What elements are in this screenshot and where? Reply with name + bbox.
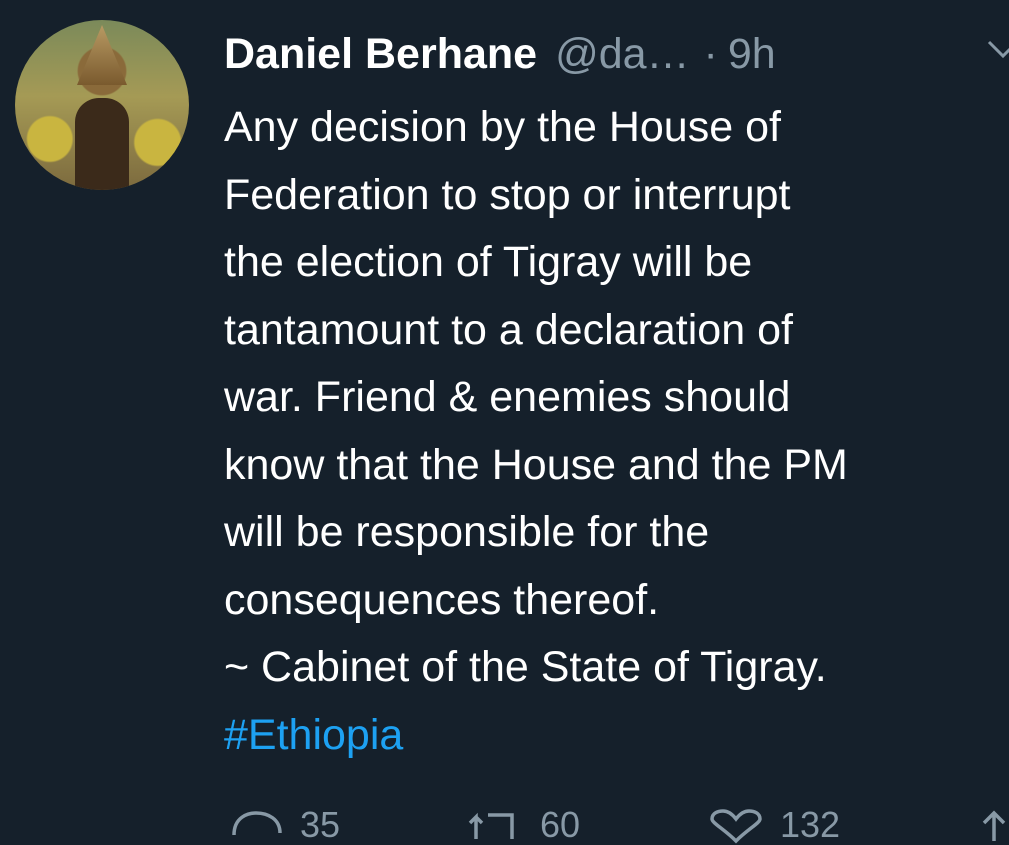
avatar-basket bbox=[77, 25, 127, 85]
like-button[interactable]: 132 bbox=[706, 805, 840, 845]
tweet-line: tantamount to a declaration of bbox=[224, 305, 793, 354]
reply-icon bbox=[232, 811, 282, 836]
tweet-actions: 35 60 132 bbox=[0, 805, 1009, 845]
chevron-down-icon[interactable] bbox=[985, 34, 1009, 64]
tweet-line: consequences thereof. bbox=[224, 575, 660, 624]
like-icon bbox=[710, 809, 762, 844]
tweet-line: will be responsible for the bbox=[224, 508, 710, 556]
tweet-line: Federation to stop or interrupt bbox=[224, 170, 791, 219]
tweet-line: know that the House and the PM bbox=[224, 440, 848, 489]
tweet-time[interactable]: 9h bbox=[728, 30, 776, 78]
like-count: 132 bbox=[780, 804, 841, 845]
tweet-line: the election of Tigray will be bbox=[224, 238, 753, 286]
tweet-line: war. Friend & enemies should bbox=[224, 373, 791, 421]
avatar-person bbox=[75, 98, 129, 190]
retweet-icon bbox=[468, 812, 514, 839]
retweet-count: 60 bbox=[540, 804, 581, 845]
hashtag-link[interactable]: #Ethiopia bbox=[224, 702, 1009, 770]
tweet-header: Daniel Berhane @da… · 9h bbox=[224, 26, 1009, 82]
tweet-text: Any decision by the House of Federation … bbox=[224, 94, 1009, 769]
author-name[interactable]: Daniel Berhane bbox=[224, 30, 537, 78]
retweet-button[interactable]: 60 bbox=[462, 805, 580, 845]
share-button[interactable] bbox=[978, 805, 1009, 845]
author-handle[interactable]: @da… bbox=[555, 30, 689, 78]
tweet-line: ~ Cabinet of the State of Tigray. bbox=[224, 643, 827, 691]
reply-count: 35 bbox=[300, 804, 341, 845]
avatar[interactable] bbox=[15, 20, 189, 190]
share-icon bbox=[982, 810, 1006, 841]
reply-button[interactable]: 35 bbox=[226, 805, 340, 845]
separator-dot: · bbox=[703, 30, 718, 78]
tweet-line: Any decision by the House of bbox=[224, 103, 781, 151]
